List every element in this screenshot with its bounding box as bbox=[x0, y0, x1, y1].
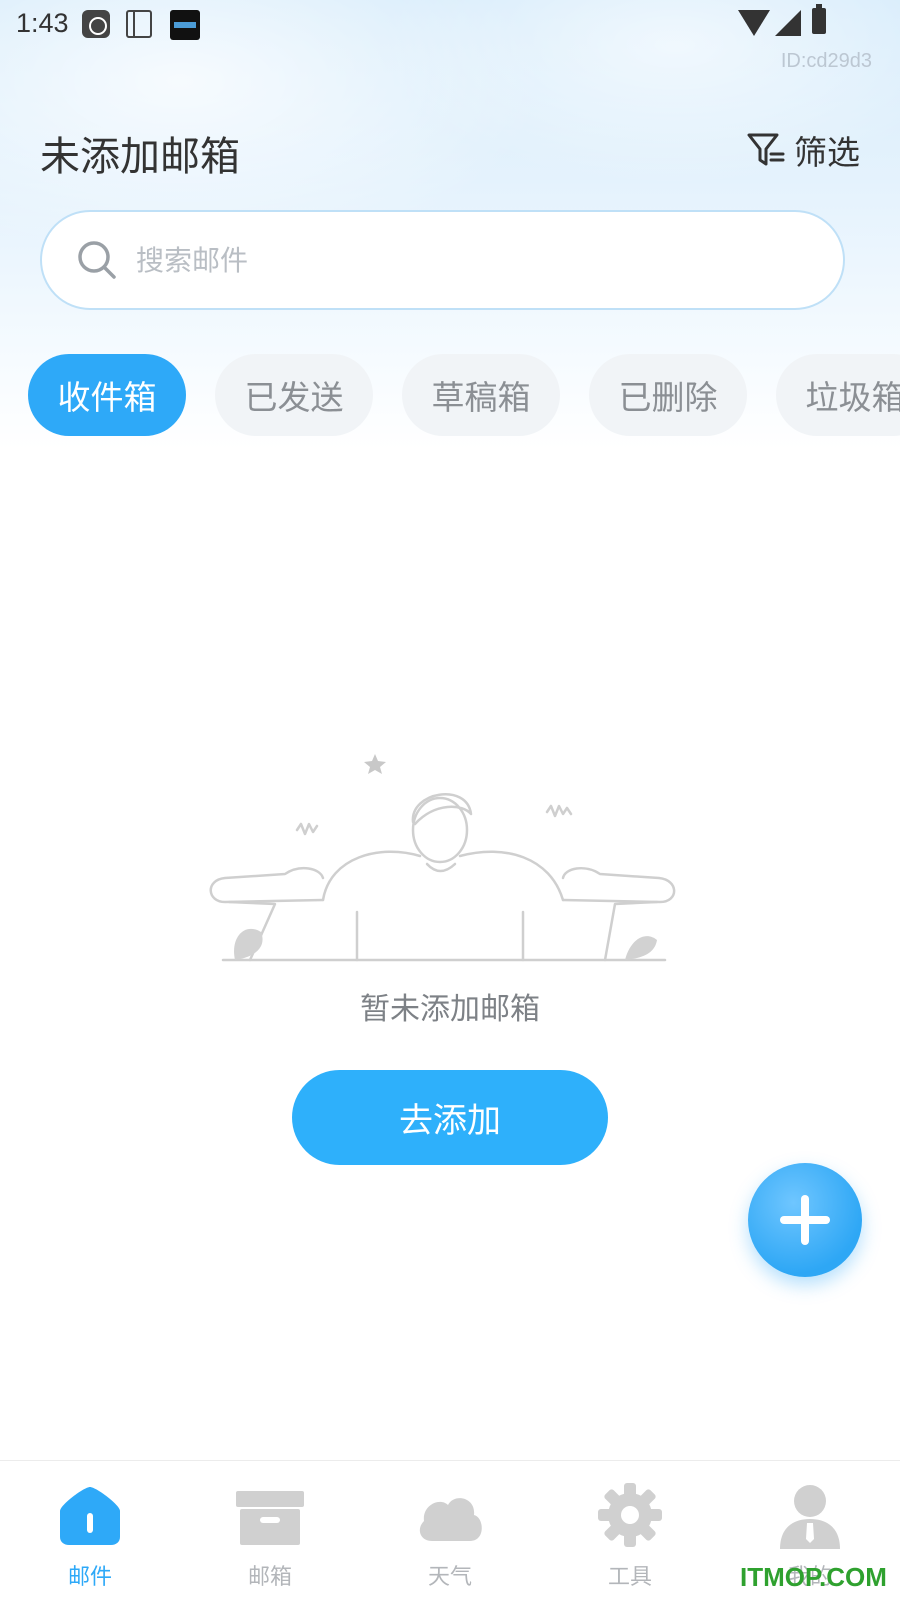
weather-cloud-icon bbox=[414, 1479, 486, 1551]
tab-label: 收件箱 bbox=[58, 371, 157, 419]
tools-gear-icon bbox=[594, 1479, 666, 1551]
search-icon bbox=[76, 239, 118, 281]
person-shrugging-illustration bbox=[205, 752, 685, 972]
watermark: ITMOP.COM bbox=[740, 1562, 887, 1593]
sina-app-icon bbox=[82, 10, 110, 38]
status-time: 1:43 bbox=[16, 8, 69, 39]
battery-charging-icon bbox=[812, 8, 826, 34]
nav-label-weather: 天气 bbox=[360, 1559, 540, 1591]
tab-label: 草稿箱 bbox=[432, 371, 531, 419]
nav-label-tools: 工具 bbox=[540, 1559, 720, 1591]
nav-label-mail: 邮件 bbox=[0, 1559, 180, 1591]
add-mailbox-button[interactable]: 去添加 bbox=[292, 1070, 608, 1165]
search-box[interactable] bbox=[40, 210, 845, 310]
status-bar: 1:43 bbox=[0, 0, 900, 48]
tab-label: 已发送 bbox=[245, 371, 344, 419]
tab-drafts[interactable]: 草稿箱 bbox=[402, 354, 560, 436]
folder-tabs: 收件箱 已发送 草稿箱 已删除 垃圾箱 bbox=[28, 354, 900, 436]
mailbox-archive-icon bbox=[234, 1479, 306, 1551]
device-id: ID:cd29d3 bbox=[781, 50, 872, 73]
filter-icon bbox=[746, 130, 786, 170]
add-fab-button[interactable] bbox=[748, 1163, 862, 1277]
wifi-icon bbox=[738, 10, 770, 36]
profile-person-icon bbox=[774, 1479, 846, 1551]
tab-spam[interactable]: 垃圾箱 bbox=[776, 354, 900, 436]
nav-item-mailbox[interactable]: 邮箱 bbox=[180, 1461, 360, 1601]
filter-label: 筛选 bbox=[794, 126, 860, 174]
filter-button[interactable]: 筛选 bbox=[746, 128, 860, 172]
tab-inbox[interactable]: 收件箱 bbox=[28, 354, 186, 436]
search-input[interactable] bbox=[134, 243, 738, 278]
empty-state-message: 暂未添加邮箱 bbox=[0, 984, 900, 1028]
signal-icon bbox=[775, 10, 801, 36]
page-title: 未添加邮箱 bbox=[40, 124, 240, 182]
notebook-app-icon bbox=[126, 10, 152, 38]
tab-label: 垃圾箱 bbox=[806, 371, 900, 419]
nav-label-mailbox: 邮箱 bbox=[180, 1559, 360, 1591]
nav-item-weather[interactable]: 天气 bbox=[360, 1461, 540, 1601]
nav-item-tools[interactable]: 工具 bbox=[540, 1461, 720, 1601]
tab-deleted[interactable]: 已删除 bbox=[589, 354, 747, 436]
nav-item-mail[interactable]: 邮件 bbox=[0, 1461, 180, 1601]
tab-sent[interactable]: 已发送 bbox=[215, 354, 373, 436]
clock-app-icon bbox=[170, 10, 200, 40]
tab-label: 已删除 bbox=[619, 371, 718, 419]
mail-home-icon bbox=[54, 1479, 126, 1551]
folder-tabs-scroller: 收件箱 已发送 草稿箱 已删除 垃圾箱 bbox=[0, 340, 900, 450]
